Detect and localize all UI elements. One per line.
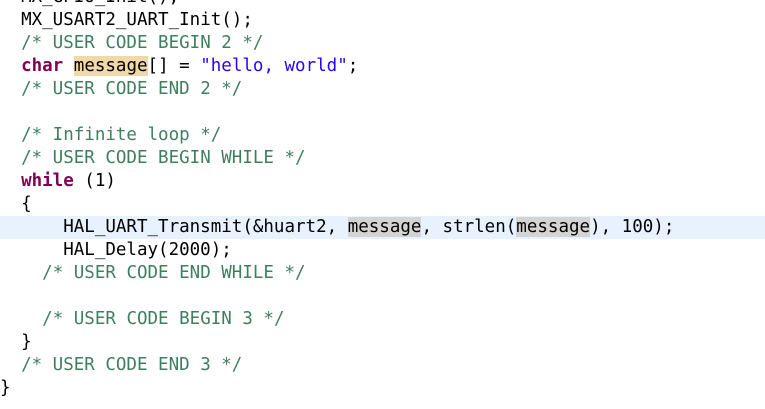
- code-line[interactable]: /* USER CODE BEGIN WHILE */: [0, 147, 765, 170]
- code-comment: /* Infinite loop */: [21, 125, 222, 145]
- identifier-declaration: message: [73, 56, 148, 76]
- code-line[interactable]: /* USER CODE BEGIN 3 */: [0, 308, 765, 331]
- code-keyword: char: [21, 56, 64, 76]
- code-token: }: [0, 378, 11, 398]
- code-token: ;: [347, 56, 359, 76]
- code-line[interactable]: [0, 101, 765, 124]
- code-comment: /* USER CODE BEGIN 3 */: [42, 309, 285, 329]
- code-token: ), 100);: [590, 217, 675, 237]
- identifier-occurrence: message: [347, 217, 422, 237]
- code-token: HAL_UART_Transmit(&huart2,: [63, 217, 348, 237]
- string-literal: "hello, world": [200, 56, 348, 76]
- code-line[interactable]: /* USER CODE END WHILE */: [0, 262, 765, 285]
- code-line[interactable]: }: [0, 377, 765, 400]
- code-comment: /* USER CODE BEGIN 2 */: [21, 33, 264, 53]
- code-comment: /* USER CODE END WHILE */: [42, 263, 306, 283]
- code-token: }: [21, 332, 32, 352]
- code-line[interactable]: {: [0, 193, 765, 216]
- code-token: MX_USART2_UART_Init();: [21, 10, 253, 30]
- code-token: {: [21, 194, 32, 214]
- code-token: [] =: [147, 56, 201, 76]
- code-comment: /* USER CODE END 3 */: [21, 355, 243, 375]
- code-line[interactable]: /* Infinite loop */: [0, 124, 765, 147]
- code-line[interactable]: }: [0, 331, 765, 354]
- code-line[interactable]: HAL_Delay(2000);: [0, 239, 765, 262]
- code-line[interactable]: [0, 285, 765, 308]
- code-comment: /* USER CODE END 2 */: [21, 79, 243, 99]
- code-token: (1): [73, 171, 116, 191]
- code-line[interactable]: /* USER CODE BEGIN 2 */: [0, 32, 765, 55]
- code-editor[interactable]: MX_GPIO_Init(); MX_USART2_UART_Init(); /…: [0, 0, 765, 409]
- code-comment: /* USER CODE BEGIN WHILE */: [21, 148, 306, 168]
- code-token: MX_GPIO_Init();: [21, 0, 179, 7]
- current-code-line[interactable]: HAL_UART_Transmit(&huart2, message, strl…: [0, 216, 765, 239]
- code-keyword: while: [21, 171, 74, 191]
- code-token: , strlen(: [421, 217, 517, 237]
- code-token: HAL_Delay(2000);: [63, 240, 232, 260]
- code-line[interactable]: /* USER CODE END 3 */: [0, 354, 765, 377]
- code-line[interactable]: char message[] = "hello, world";: [0, 55, 765, 78]
- code-line[interactable]: while (1): [0, 170, 765, 193]
- identifier-occurrence: message: [516, 217, 591, 237]
- code-line[interactable]: MX_GPIO_Init();: [0, 0, 765, 9]
- code-line[interactable]: MX_USART2_UART_Init();: [0, 9, 765, 32]
- code-line[interactable]: /* USER CODE END 2 */: [0, 78, 765, 101]
